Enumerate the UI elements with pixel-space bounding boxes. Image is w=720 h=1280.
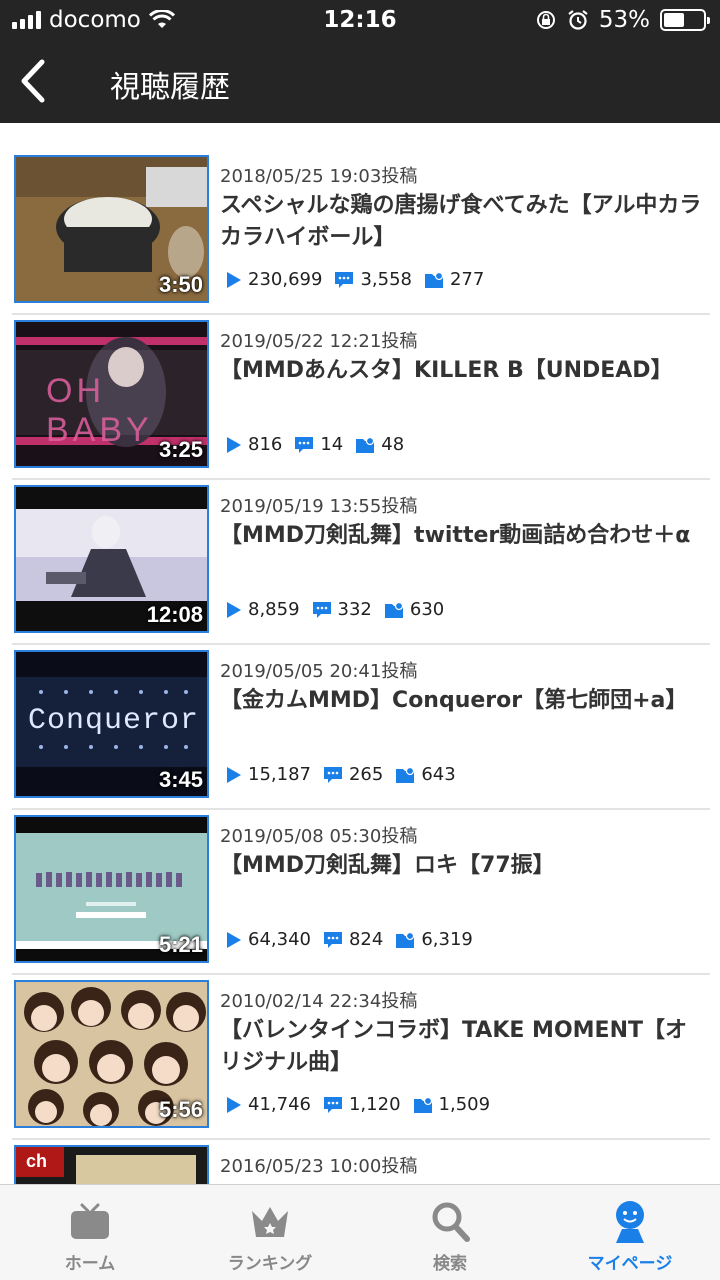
video-duration: 3:50 — [158, 272, 203, 297]
crown-icon — [252, 1207, 288, 1237]
video-duration: 12:08 — [146, 602, 203, 627]
comment-count: 14 — [320, 434, 344, 455]
play-count-icon — [227, 766, 241, 783]
view-count: 15,187 — [248, 764, 311, 785]
comment-count: 265 — [348, 764, 384, 785]
video-thumbnail[interactable]: Conqueror 3:45 — [14, 650, 209, 798]
mylist-icon — [384, 601, 403, 618]
comment-count: 332 — [337, 599, 372, 620]
video-list-item[interactable]: 3:50 2018/05/25 19:03投稿 スペシャルな鶏の唐揚げ食べてみた… — [12, 150, 710, 315]
tab-bar: ホーム ランキング 検索 マイページ — [0, 1184, 720, 1280]
video-stats: 15,187 265 643 — [226, 764, 468, 785]
mylist-icon — [413, 1096, 432, 1113]
mylist-count: 1,509 — [438, 1094, 491, 1115]
video-stats: 64,340 824 6,319 — [226, 929, 485, 950]
video-duration: 5:21 — [158, 932, 203, 957]
video-thumbnail[interactable]: 12:08 — [14, 485, 209, 633]
video-duration: 3:45 — [158, 767, 203, 792]
rotation-lock-icon — [536, 11, 555, 29]
comment-icon — [295, 436, 314, 453]
status-bar: docomo 12:16 53% — [0, 0, 720, 40]
mylist-count: 48 — [381, 434, 405, 455]
video-duration: 3:25 — [158, 437, 203, 462]
mylist-icon — [396, 931, 415, 948]
tab-label: ランキング — [227, 1254, 313, 1274]
battery-level — [664, 13, 684, 27]
comment-count: 824 — [348, 929, 384, 950]
mylist-count: 630 — [409, 599, 445, 620]
view-count: 8,859 — [248, 599, 300, 620]
top-bar: docomo 12:16 53% 視聴履歴 — [0, 0, 720, 123]
video-list-item[interactable]: 5:56 2010/02/14 22:34投稿 【バレンタインコラボ】TAKE … — [12, 975, 710, 1140]
video-thumbnail[interactable]: OH BABY 3:25 — [14, 320, 209, 468]
thumbnail-overlay-text: Conqueror — [28, 704, 200, 738]
battery-percent: 53% — [598, 7, 650, 33]
channel-badge: ch — [26, 1151, 48, 1171]
comment-icon — [312, 601, 331, 618]
tab-home[interactable]: ホーム — [0, 1185, 180, 1280]
view-count: 41,746 — [248, 1094, 311, 1115]
header: 視聴履歴 — [0, 40, 720, 123]
view-count: 816 — [248, 434, 283, 455]
video-stats: 41,746 1,120 1,509 — [226, 1094, 502, 1115]
video-stats: 8,859 332 630 — [226, 599, 456, 620]
mylist-count: 277 — [449, 269, 485, 290]
video-title: 【MMD刀剣乱舞】twitter動画詰め合わせ＋α — [220, 523, 691, 548]
video-date: 2018/05/25 19:03投稿 — [220, 166, 418, 187]
page-title: 視聴履歴 — [110, 70, 230, 105]
video-title: 【MMD刀剣乱舞】ロキ【77振】 — [220, 853, 555, 878]
mylist-icon — [356, 436, 375, 453]
alarm-icon — [568, 10, 588, 30]
comment-icon — [323, 1096, 342, 1113]
tab-label: 検索 — [433, 1254, 467, 1274]
video-thumbnail[interactable]: 3:50 — [14, 155, 209, 303]
video-date: 2019/05/05 20:41投稿 — [220, 661, 418, 682]
tab-label: ホーム — [64, 1254, 116, 1274]
mylist-icon — [424, 271, 444, 288]
mylist-count: 643 — [421, 764, 456, 785]
tab-search[interactable]: 検索 — [360, 1185, 540, 1280]
comment-icon — [323, 766, 342, 783]
video-stats: 230,699 3,558 277 — [226, 269, 496, 290]
video-stats: 816 14 48 — [226, 434, 416, 455]
tv-icon — [71, 1203, 109, 1239]
play-count-icon — [227, 601, 241, 618]
play-count-icon — [227, 931, 241, 948]
view-count: 230,699 — [248, 269, 323, 290]
video-list-item[interactable]: Conqueror 3:45 2019/05/05 20:41投稿 【金カムMM… — [12, 645, 710, 810]
video-date: 2019/05/22 12:21投稿 — [220, 331, 418, 352]
history-list: 3:50 2018/05/25 19:03投稿 スペシャルな鶏の唐揚げ食べてみた… — [12, 150, 710, 1280]
comment-count: 3,558 — [360, 269, 412, 290]
mylist-icon — [396, 766, 415, 783]
play-count-icon — [227, 436, 241, 453]
video-date: 2016/05/23 10:00投稿 — [220, 1156, 418, 1177]
video-title: 【バレンタインコラボ】TAKE MOMENT【オリジナル曲】 — [220, 1018, 687, 1075]
video-list-item[interactable]: OH BABY 3:25 2019/05/22 12:21投稿 【MMDあんスタ… — [12, 315, 710, 480]
video-thumbnail[interactable]: 5:21 — [14, 815, 209, 963]
video-title: スペシャルな鶏の唐揚げ食べてみた【アル中カラカラハイボール】 — [220, 193, 702, 250]
comment-icon — [323, 931, 342, 948]
video-duration: 5:56 — [158, 1097, 203, 1122]
back-chevron-icon[interactable] — [14, 58, 54, 104]
search-icon — [432, 1202, 470, 1242]
play-count-icon — [227, 1096, 241, 1113]
video-thumbnail[interactable]: 5:56 — [14, 980, 209, 1128]
tab-label: マイページ — [587, 1254, 673, 1274]
play-count-icon — [227, 271, 241, 288]
video-title: 【MMDあんスタ】KILLER B【UNDEAD】 — [220, 358, 673, 383]
video-list-item[interactable]: 12:08 2019/05/19 13:55投稿 【MMD刀剣乱舞】twitte… — [12, 480, 710, 645]
tab-mypage[interactable]: マイページ — [540, 1185, 720, 1280]
battery-icon — [660, 9, 710, 31]
comment-count: 1,120 — [348, 1094, 401, 1115]
user-icon — [616, 1201, 644, 1243]
video-list-item[interactable]: 5:21 2019/05/08 05:30投稿 【MMD刀剣乱舞】ロキ【77振】… — [12, 810, 710, 975]
view-count: 64,340 — [248, 929, 311, 950]
mylist-count: 6,319 — [421, 929, 473, 950]
video-date: 2019/05/08 05:30投稿 — [220, 826, 418, 847]
video-date: 2019/05/19 13:55投稿 — [220, 496, 418, 517]
video-title: 【金カムMMD】Conqueror【第七師団+a】 — [220, 688, 688, 713]
video-date: 2010/02/14 22:34投稿 — [220, 991, 418, 1012]
comment-icon — [335, 271, 354, 288]
tab-ranking[interactable]: ランキング — [180, 1185, 360, 1280]
